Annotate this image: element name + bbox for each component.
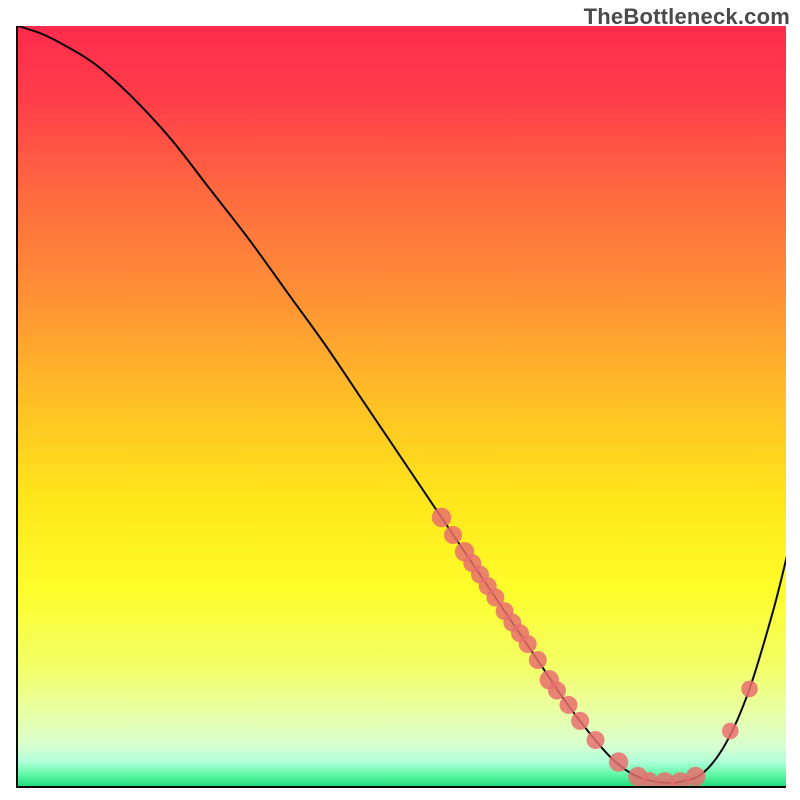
curve-marker: [609, 752, 628, 771]
curve-marker: [686, 767, 705, 786]
curve-marker: [587, 731, 605, 749]
curve-marker: [519, 635, 537, 653]
chart-stage: TheBottleneck.com: [0, 0, 800, 800]
curve-marker: [741, 681, 758, 698]
curve-marker: [444, 526, 462, 544]
curve-marker: [722, 723, 739, 740]
bottleneck-curve: [18, 26, 786, 788]
curve-marker: [641, 772, 658, 788]
curve-marker: [548, 682, 566, 700]
curve-marker: [560, 696, 578, 714]
plot-area: [16, 26, 786, 788]
curve-marker: [571, 712, 589, 730]
curve-marker: [432, 508, 451, 527]
curve-marker: [529, 651, 547, 669]
